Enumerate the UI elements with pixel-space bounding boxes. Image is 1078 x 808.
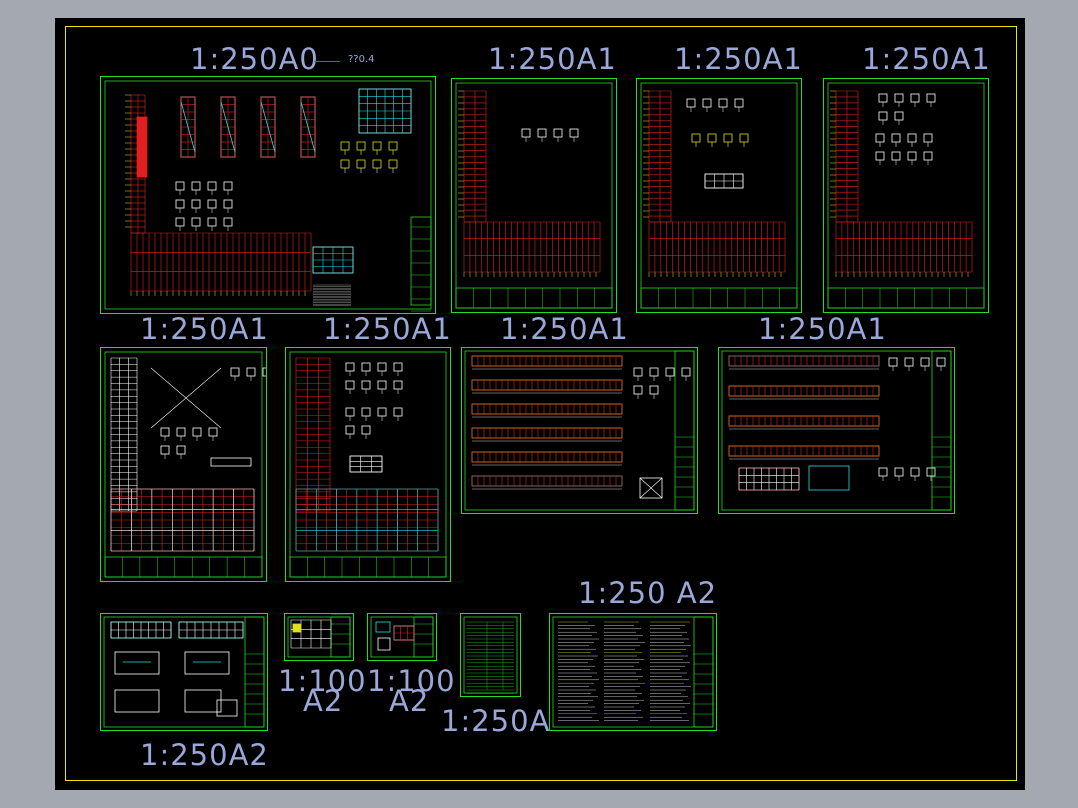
sheet-linework <box>455 82 613 309</box>
sheet-a2-small-1[interactable] <box>284 613 354 661</box>
sheet-linework <box>463 616 518 694</box>
paper-size-label-sheet-10: A2 <box>303 684 344 718</box>
scale-note-a0: ??0.4 <box>348 54 375 65</box>
scale-label-sheet-13: 1:250 A2 <box>578 576 718 610</box>
scale-label-sheet-2: 1:250A1 <box>488 42 617 76</box>
sheet-linework <box>552 616 714 728</box>
sheet-a1-6[interactable] <box>285 347 451 582</box>
scale-label-sheet-5: 1:250A1 <box>140 312 269 346</box>
scale-label-sheet-3: 1:250A1 <box>674 42 803 76</box>
sheet-a0-plan[interactable] <box>100 76 436 314</box>
sheet-linework <box>464 350 695 511</box>
scale-label-sheet-4: 1:250A1 <box>862 42 991 76</box>
scale-label-sheet-6: 1:250A1 <box>323 312 452 346</box>
label-leader-line <box>314 61 340 62</box>
sheet-a1-3[interactable] <box>636 78 802 313</box>
paper-size-label-sheet-11: A2 <box>389 684 430 718</box>
sheet-a2-notes[interactable] <box>549 613 717 731</box>
sheet-linework <box>721 350 952 511</box>
sheet-a1-8[interactable] <box>718 347 955 514</box>
sheet-linework <box>104 80 432 312</box>
sheet-linework <box>287 614 351 658</box>
sheet-linework <box>370 614 434 658</box>
sheet-a1-4[interactable] <box>823 78 989 313</box>
sheet-a2-small-2[interactable] <box>367 613 437 661</box>
sheet-a4-table[interactable] <box>460 613 521 697</box>
sheet-a1-7[interactable] <box>461 347 698 514</box>
sheet-linework <box>289 351 447 578</box>
sheet-a2-plan[interactable] <box>100 613 268 731</box>
scale-label-a0: 1:250A0 <box>190 42 319 76</box>
sheet-linework <box>103 616 265 728</box>
sheet-linework <box>104 351 266 578</box>
sheet-a1-5[interactable] <box>100 347 267 582</box>
scale-label-sheet-9: 1:250A2 <box>140 738 269 772</box>
scale-label-sheet-8: 1:250A1 <box>758 312 887 346</box>
sheet-linework <box>827 82 985 309</box>
sheet-a1-2[interactable] <box>451 78 617 313</box>
scale-label-sheet-7: 1:250A1 <box>500 312 629 346</box>
sheet-linework <box>640 82 798 309</box>
